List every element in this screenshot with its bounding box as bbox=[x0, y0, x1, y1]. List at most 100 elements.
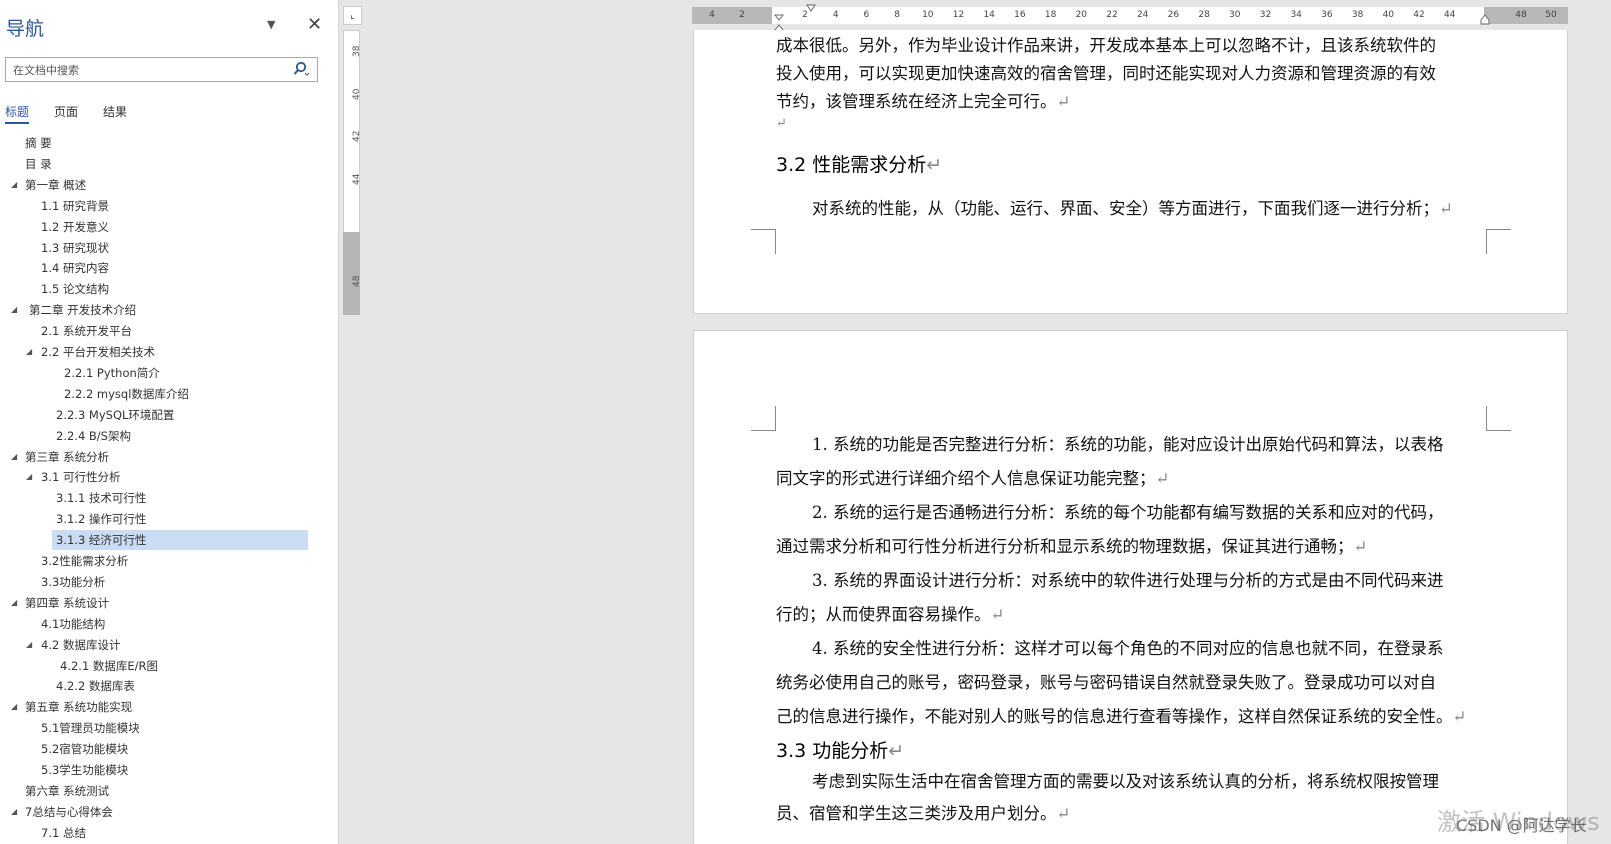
nav-heading-item[interactable]: 5.2宿管功能模块 bbox=[41, 739, 128, 759]
nav-heading-item[interactable]: 第一章 概述 bbox=[25, 175, 86, 195]
nav-heading-item[interactable]: 2.1 系统开发平台 bbox=[41, 321, 132, 341]
nav-heading-label: 4.2.2 数据库表 bbox=[56, 679, 135, 694]
search-icon[interactable] bbox=[293, 61, 309, 78]
nav-heading-item[interactable]: 第三章 系统分析 bbox=[25, 447, 109, 467]
nav-heading-item[interactable]: 1.3 研究现状 bbox=[41, 238, 109, 258]
nav-heading-label: 3.1.2 操作可行性 bbox=[56, 512, 147, 527]
nav-heading-label: 1.5 论文结构 bbox=[41, 282, 109, 297]
nav-heading-label: 2.1 系统开发平台 bbox=[41, 324, 132, 339]
ruler-tick-label: 44 bbox=[1443, 10, 1456, 20]
collapse-arrow-icon[interactable]: ◢ bbox=[26, 467, 32, 487]
nav-heading-label: 1.3 研究现状 bbox=[41, 240, 109, 255]
nav-heading-item[interactable]: 3.1 可行性分析 bbox=[41, 467, 120, 487]
nav-heading-item[interactable]: 3.2性能需求分析 bbox=[41, 551, 128, 571]
nav-heading-label: 2.2.4 B/S架构 bbox=[56, 428, 131, 443]
nav-heading-label: 2.2.1 Python简介 bbox=[64, 365, 160, 380]
body-text-line: 员、宿管和学生这三类涉及用户划分。↵ bbox=[776, 804, 1071, 823]
hanging-indent-marker[interactable] bbox=[806, 4, 816, 13]
nav-heading-item[interactable]: 4.2 数据库设计 bbox=[41, 635, 120, 655]
ruler-tick-label: 4 bbox=[832, 10, 839, 20]
nav-heading-item[interactable]: 7.1 总结 bbox=[41, 823, 86, 843]
ruler-tick-label: 6 bbox=[863, 10, 870, 20]
tab-selector-icon[interactable]: ⌞ bbox=[343, 6, 362, 25]
body-text-line: 3. 系统的界面设计进行分析：对系统中的软件进行处理与分析的方式是由不同代码来进 bbox=[812, 571, 1444, 590]
body-text-line: 通过需求分析和可行性分析进行分析和显示系统的物理数据，保证其进行通畅；↵ bbox=[776, 537, 1368, 556]
nav-heading-item[interactable]: 3.1.3 经济可行性 bbox=[52, 530, 308, 551]
paragraph-mark: ↵ bbox=[776, 116, 787, 131]
nav-heading-label: 1.4 研究内容 bbox=[41, 261, 109, 276]
nav-heading-item[interactable]: 2.2.3 MySQL环境配置 bbox=[56, 405, 174, 425]
collapse-arrow-icon[interactable]: ◢ bbox=[11, 175, 17, 195]
nav-heading-item[interactable]: 7总结与心得体会 bbox=[25, 802, 113, 822]
tab-results[interactable]: 结果 bbox=[103, 103, 127, 120]
nav-heading-item[interactable]: 3.3功能分析 bbox=[41, 572, 105, 592]
ruler-tick-label: 48 bbox=[1515, 10, 1527, 20]
nav-heading-label: 4.2 数据库设计 bbox=[41, 637, 121, 652]
nav-heading-label: 2.2 平台开发相关技术 bbox=[41, 345, 155, 359]
empty-paragraph: ↵ bbox=[776, 116, 787, 131]
paragraph-mark: ↵ bbox=[1439, 199, 1453, 218]
nav-close-icon[interactable]: ✕ bbox=[307, 14, 322, 35]
nav-heading-item[interactable]: 2.2 平台开发相关技术 bbox=[41, 342, 155, 362]
nav-options-dropdown-icon[interactable]: ▼ bbox=[267, 18, 275, 31]
nav-heading-item[interactable]: 目 录 bbox=[25, 154, 52, 174]
credit-watermark: CSDN @阿达学长 bbox=[1456, 816, 1587, 835]
active-tab-indicator bbox=[5, 122, 29, 124]
paragraph-mark: ↵ bbox=[1056, 92, 1071, 111]
document-page-2[interactable]: 1. 系统的功能是否完整进行分析：系统的功能，能对应设计出原始代码和算法，以表格… bbox=[693, 330, 1568, 844]
collapse-arrow-icon[interactable]: ◢ bbox=[11, 697, 17, 717]
tab-headings[interactable]: 标题 bbox=[5, 103, 29, 120]
collapse-arrow-icon[interactable]: ◢ bbox=[26, 635, 32, 655]
nav-heading-item[interactable]: 2.2.1 Python简介 bbox=[64, 363, 160, 383]
nav-heading-item[interactable]: 摘 要 bbox=[25, 133, 52, 153]
nav-heading-label: 摘 要 bbox=[25, 136, 52, 150]
paragraph-mark: ↵ bbox=[1452, 707, 1467, 726]
nav-heading-label: 2.2.2 mysql数据库介绍 bbox=[64, 386, 189, 401]
nav-heading-item[interactable]: 第五章 系统功能实现 bbox=[25, 697, 132, 717]
nav-heading-label: 3.1 可行性分析 bbox=[41, 470, 121, 485]
ruler-tick-label: 38 bbox=[352, 45, 362, 57]
nav-heading-item[interactable]: 第四章 系统设计 bbox=[25, 593, 109, 613]
nav-heading-item[interactable]: 2.2.4 B/S架构 bbox=[56, 426, 131, 446]
right-indent-marker[interactable] bbox=[1480, 14, 1490, 25]
nav-heading-item[interactable]: 1.5 论文结构 bbox=[41, 279, 109, 299]
collapse-arrow-icon[interactable]: ◢ bbox=[26, 342, 32, 362]
collapse-arrow-icon[interactable]: ◢ bbox=[11, 593, 17, 613]
body-text-line: 成本很低。另外，作为毕业设计作品来讲，开发成本基本上可以忽略不计，且该系统软件的 bbox=[776, 36, 1436, 55]
nav-heading-label: 3.1.3 经济可行性 bbox=[56, 533, 147, 548]
nav-heading-label: 3.1.1 技术可行性 bbox=[56, 491, 147, 506]
crop-mark bbox=[1486, 229, 1511, 254]
nav-heading-item[interactable]: 2.2.2 mysql数据库介绍 bbox=[64, 384, 189, 404]
nav-heading-item[interactable]: 4.1功能结构 bbox=[41, 614, 105, 634]
nav-heading-item[interactable]: 4.2.1 数据库E/R图 bbox=[60, 656, 158, 676]
nav-heading-label: 5.2宿管功能模块 bbox=[41, 742, 129, 757]
nav-heading-item[interactable]: 1.4 研究内容 bbox=[41, 258, 109, 278]
tab-pages[interactable]: 页面 bbox=[54, 103, 78, 120]
nav-heading-label: 5.1管理员功能模块 bbox=[41, 721, 140, 736]
nav-heading-item[interactable]: 4.2.2 数据库表 bbox=[56, 676, 135, 696]
nav-heading-item[interactable]: 3.1.1 技术可行性 bbox=[56, 488, 146, 508]
nav-heading-item[interactable]: 1.2 开发意义 bbox=[41, 217, 109, 237]
document-page-1[interactable]: 成本很低。另外，作为毕业设计作品来讲，开发成本基本上可以忽略不计，且该系统软件的… bbox=[693, 30, 1568, 314]
collapse-arrow-icon[interactable]: ◢ bbox=[11, 802, 17, 822]
ruler-tick-label: 32 bbox=[1259, 10, 1272, 20]
nav-heading-label: 4.2.1 数据库E/R图 bbox=[60, 658, 159, 673]
ruler-tick-label: 48 bbox=[352, 275, 362, 287]
nav-heading-item[interactable]: 1.1 研究背景 bbox=[41, 196, 109, 216]
nav-heading-item[interactable]: 5.3学生功能模块 bbox=[41, 760, 128, 780]
paragraph-mark: ↵ bbox=[888, 740, 905, 762]
nav-search-input[interactable] bbox=[11, 61, 285, 80]
paragraph-mark: ↵ bbox=[1056, 804, 1071, 823]
ruler-tick-label: 42 bbox=[1413, 10, 1425, 20]
nav-heading-item[interactable]: 第二章 开发技术介绍 bbox=[29, 300, 136, 320]
ruler-tick-label: 42 bbox=[352, 130, 362, 142]
nav-heading-item[interactable]: 3.1.2 操作可行性 bbox=[56, 509, 146, 529]
ruler-tick-label: 22 bbox=[1106, 10, 1118, 20]
collapse-arrow-icon[interactable]: ◢ bbox=[11, 300, 17, 320]
ruler-tick-label: 38 bbox=[1351, 10, 1364, 20]
ruler-tick-label: 14 bbox=[983, 10, 995, 20]
collapse-arrow-icon[interactable]: ◢ bbox=[11, 447, 17, 467]
nav-heading-item[interactable]: 第六章 系统测试 bbox=[25, 781, 109, 801]
nav-heading-label: 3.2性能需求分析 bbox=[41, 554, 129, 568]
nav-heading-item[interactable]: 5.1管理员功能模块 bbox=[41, 718, 140, 738]
